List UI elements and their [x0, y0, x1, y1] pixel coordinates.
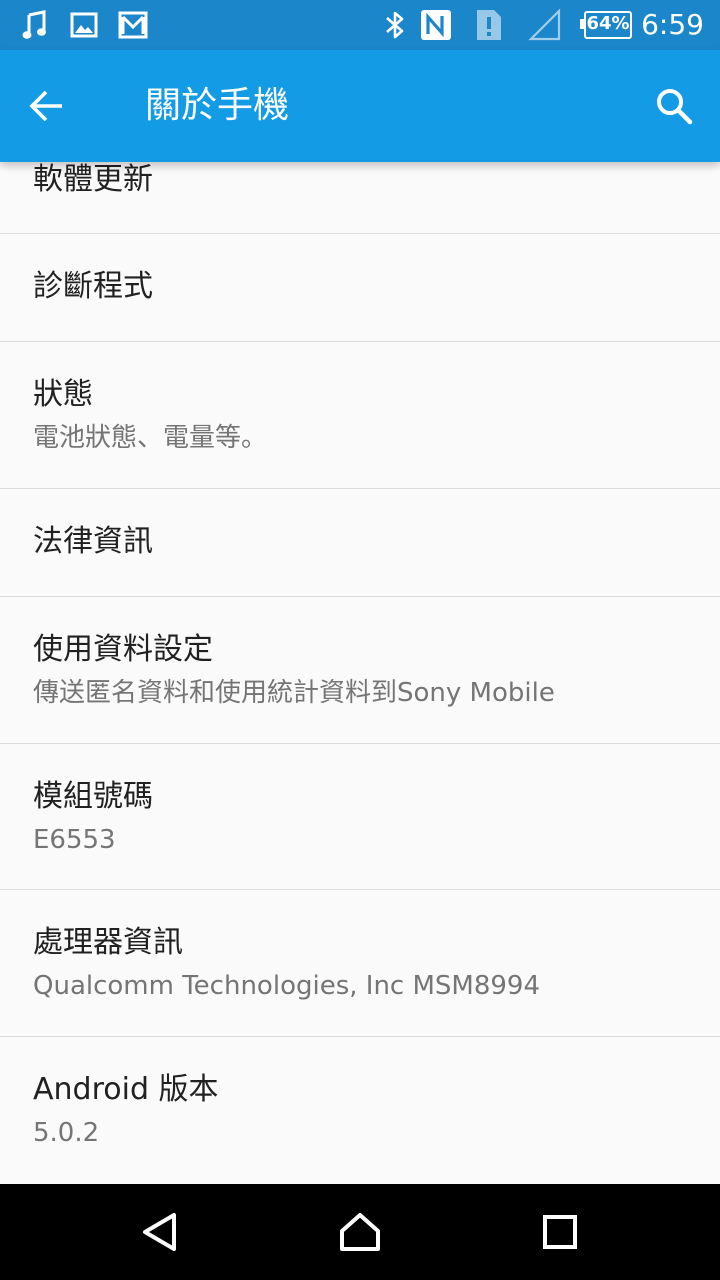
item-title: 模組號碼: [33, 779, 153, 814]
music-note-icon: [22, 9, 48, 41]
page-title: 關於手機: [145, 85, 290, 126]
list-item-status[interactable]: 狀態 電池狀態、電量等。: [0, 342, 720, 489]
item-title: 狀態: [33, 377, 93, 412]
app-bar: 關於手機: [0, 50, 720, 162]
item-title: 法律資訊: [33, 524, 153, 559]
back-button[interactable]: [24, 82, 72, 130]
arrow-left-icon: [29, 90, 62, 122]
navigation-bar: [0, 1184, 720, 1280]
battery-level: 64%: [586, 13, 630, 34]
battery-icon: 64%: [580, 11, 632, 39]
triangle-back-icon: [143, 1213, 176, 1251]
list-item-diagnostics[interactable]: 診斷程式: [0, 234, 720, 342]
bluetooth-icon: [384, 9, 406, 41]
status-bar: 64% 6:59: [0, 0, 720, 50]
item-title: 處理器資訊: [33, 925, 183, 960]
nav-back-button[interactable]: [136, 1208, 184, 1256]
item-subtitle: 5.0.2: [33, 1118, 100, 1148]
nav-recents-button[interactable]: [536, 1208, 584, 1256]
item-title: Android 版本: [33, 1072, 219, 1107]
item-title: 軟體更新: [33, 162, 153, 197]
search-button[interactable]: [650, 82, 698, 130]
signal-icon: [528, 9, 562, 41]
list-item-software-update[interactable]: 軟體更新: [0, 162, 720, 234]
nfc-icon: [419, 9, 453, 41]
list-item-android-version[interactable]: Android 版本 5.0.2: [0, 1037, 720, 1184]
item-title: 診斷程式: [33, 269, 153, 304]
item-title: 使用資料設定: [33, 632, 213, 667]
item-subtitle: E6553: [33, 825, 116, 855]
list-item-processor-info[interactable]: 處理器資訊 Qualcomm Technologies, Inc MSM8994: [0, 890, 720, 1037]
item-subtitle: 傳送匿名資料和使用統計資料到Sony Mobile: [33, 678, 555, 708]
gmail-icon: [118, 9, 148, 41]
nav-home-button[interactable]: [336, 1208, 384, 1256]
list-item-usage-data-settings[interactable]: 使用資料設定 傳送匿名資料和使用統計資料到Sony Mobile: [0, 597, 720, 744]
recents-icon: [543, 1215, 577, 1249]
item-subtitle: 電池狀態、電量等。: [33, 423, 268, 453]
clock: 6:59: [641, 8, 704, 41]
home-icon: [340, 1213, 380, 1251]
list-item-model-number[interactable]: 模組號碼 E6553: [0, 744, 720, 890]
search-icon: [657, 89, 693, 125]
settings-list: 軟體更新 診斷程式 狀態 電池狀態、電量等。 法律資訊 使用資料設定 傳送匿名資…: [0, 162, 720, 1184]
list-item-legal-info[interactable]: 法律資訊: [0, 489, 720, 597]
image-icon: [70, 9, 98, 41]
sim-alert-icon: [474, 9, 504, 41]
item-subtitle: Qualcomm Technologies, Inc MSM8994: [33, 971, 541, 1001]
